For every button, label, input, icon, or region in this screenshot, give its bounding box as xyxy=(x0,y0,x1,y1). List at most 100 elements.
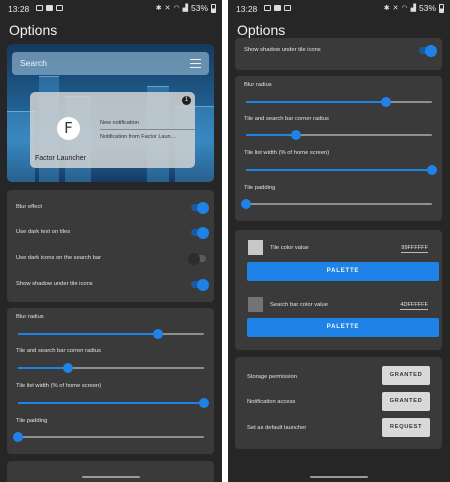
page-title: Options xyxy=(237,22,286,38)
slider-thumb[interactable] xyxy=(63,363,74,373)
toggle-knob xyxy=(425,44,437,57)
blur-radius-slider[interactable] xyxy=(18,329,204,339)
permissions-card: Storage permission GRANTED Notification … xyxy=(235,357,442,449)
slider-thumb[interactable] xyxy=(199,398,209,408)
sliders-card: Blur radius Tile and search bar corner r… xyxy=(7,308,214,454)
slider-label: Tile padding xyxy=(16,418,48,424)
tile-width-slider[interactable] xyxy=(246,165,437,175)
toggle-knob xyxy=(197,226,209,239)
image-icon xyxy=(264,5,271,11)
notification-message: Notification from Factor Laun… xyxy=(100,134,177,140)
signal-icon: ▟ xyxy=(410,5,416,12)
slider-label: Blur radius xyxy=(16,314,44,320)
permission-label: Notification access xyxy=(247,399,296,405)
search-placeholder: Search xyxy=(20,58,47,68)
hamburger-menu-icon[interactable] xyxy=(190,59,201,68)
preview-panel: Search 1 F New notification Notification… xyxy=(7,44,214,182)
search-bar-color-swatch xyxy=(248,297,263,312)
tile-padding-slider[interactable] xyxy=(13,432,204,442)
divider xyxy=(100,129,195,130)
gesture-bar xyxy=(310,476,368,478)
notification-badge: 1 xyxy=(182,96,191,105)
notification-icons xyxy=(36,5,63,11)
system-icons: ✱ ✕ ◠ ▟ 53% xyxy=(156,3,216,13)
slider-label: Tile and search bar corner radius xyxy=(244,116,329,122)
status-bar: 13:28 ✱ ✕ ◠ ▟ 53% xyxy=(228,0,450,16)
mute-icon: ✕ xyxy=(164,5,171,12)
tile-app-name: Factor Launcher xyxy=(35,155,86,162)
toggles-card: Blur effect Use dark text on tiles Use d… xyxy=(7,190,214,302)
toggle-label: Blur effect xyxy=(16,204,42,210)
dark-text-toggle[interactable] xyxy=(191,226,209,239)
status-bar: 13:28 ✱ ✕ ◠ ▟ 53% xyxy=(0,0,222,16)
colors-card-partial xyxy=(7,461,214,482)
search-bar-color-value[interactable]: 4DFFFFFF xyxy=(400,302,428,310)
toggle-knob xyxy=(188,252,200,265)
wifi-icon: ◠ xyxy=(173,5,180,12)
blur-radius-slider[interactable] xyxy=(246,97,432,107)
slider-fill xyxy=(18,402,204,404)
colors-card: Tile color value 99FFFFFF PALETTE Search… xyxy=(235,230,442,350)
slider-label: Blur radius xyxy=(244,82,272,88)
message-icon xyxy=(56,5,63,11)
storage-granted-button[interactable]: GRANTED xyxy=(382,366,430,385)
slider-fill xyxy=(246,101,386,103)
permission-label: Storage permission xyxy=(247,374,297,380)
slider-thumb[interactable] xyxy=(13,432,23,442)
tile-padding-slider[interactable] xyxy=(241,199,432,209)
gesture-bar xyxy=(82,476,140,478)
image-icon xyxy=(36,5,43,11)
permission-label: Set as default launcher xyxy=(247,425,307,431)
corner-radius-slider[interactable] xyxy=(246,130,432,140)
mute-icon: ✕ xyxy=(392,5,399,12)
signal-icon: ▟ xyxy=(182,5,188,12)
sliders-card: Blur radius Tile and search bar corner r… xyxy=(235,76,442,221)
app-icon xyxy=(274,5,281,11)
toggle-knob xyxy=(197,278,209,291)
system-icons: ✱ ✕ ◠ ▟ 53% xyxy=(384,3,444,13)
battery-icon xyxy=(211,3,216,13)
right-screen: 13:28 ✱ ✕ ◠ ▟ 53% Options Show shadow un… xyxy=(228,0,450,482)
notification-granted-button[interactable]: GRANTED xyxy=(382,392,430,411)
tile-color-value[interactable]: 99FFFFFF xyxy=(401,245,428,253)
factor-logo-icon: F xyxy=(57,117,80,140)
tile-palette-button[interactable]: PALETTE xyxy=(247,262,439,281)
app-icon xyxy=(46,5,53,11)
search-bar-palette-button[interactable]: PALETTE xyxy=(247,318,439,337)
slider-thumb[interactable] xyxy=(427,165,437,175)
dark-icons-toggle[interactable] xyxy=(188,252,206,265)
slider-thumb[interactable] xyxy=(291,130,302,140)
default-launcher-request-button[interactable]: REQUEST xyxy=(382,418,430,437)
toggle-label: Show shadow under tile icons xyxy=(244,47,321,53)
slider-thumb[interactable] xyxy=(241,199,251,209)
slider-fill xyxy=(246,134,297,136)
tile-width-slider[interactable] xyxy=(18,398,209,408)
notification-icons xyxy=(264,5,291,11)
shadow-toggle[interactable] xyxy=(191,278,209,291)
wifi-icon: ◠ xyxy=(401,5,408,12)
slider-label: Tile and search bar corner radius xyxy=(16,348,101,354)
shadow-toggle[interactable] xyxy=(419,44,437,57)
slider-fill xyxy=(18,367,69,369)
slider-label: Tile list width (% of home screen) xyxy=(244,150,330,156)
toggle-knob xyxy=(197,201,209,214)
page-title: Options xyxy=(9,22,58,38)
message-icon xyxy=(284,5,291,11)
corner-radius-slider[interactable] xyxy=(18,363,204,373)
toggle-label: Use dark text on tiles xyxy=(16,229,71,235)
slider-thumb[interactable] xyxy=(380,97,391,107)
color-label: Tile color value xyxy=(270,245,309,251)
bluetooth-icon: ✱ xyxy=(155,5,162,12)
blur-effect-toggle[interactable] xyxy=(191,201,209,214)
left-screen: 13:28 ✱ ✕ ◠ ▟ 53% Options Search 1 F New… xyxy=(0,0,222,482)
slider-thumb[interactable] xyxy=(152,329,163,339)
status-time: 13:28 xyxy=(236,4,258,14)
status-time: 13:28 xyxy=(8,4,30,14)
search-bar[interactable]: Search xyxy=(12,52,209,75)
battery-percent: 53% xyxy=(190,3,208,13)
notification-title: New notification xyxy=(100,120,139,126)
tile-color-swatch xyxy=(248,240,263,255)
battery-percent: 53% xyxy=(418,3,436,13)
bluetooth-icon: ✱ xyxy=(383,5,390,12)
slider-label: Tile padding xyxy=(244,185,276,191)
